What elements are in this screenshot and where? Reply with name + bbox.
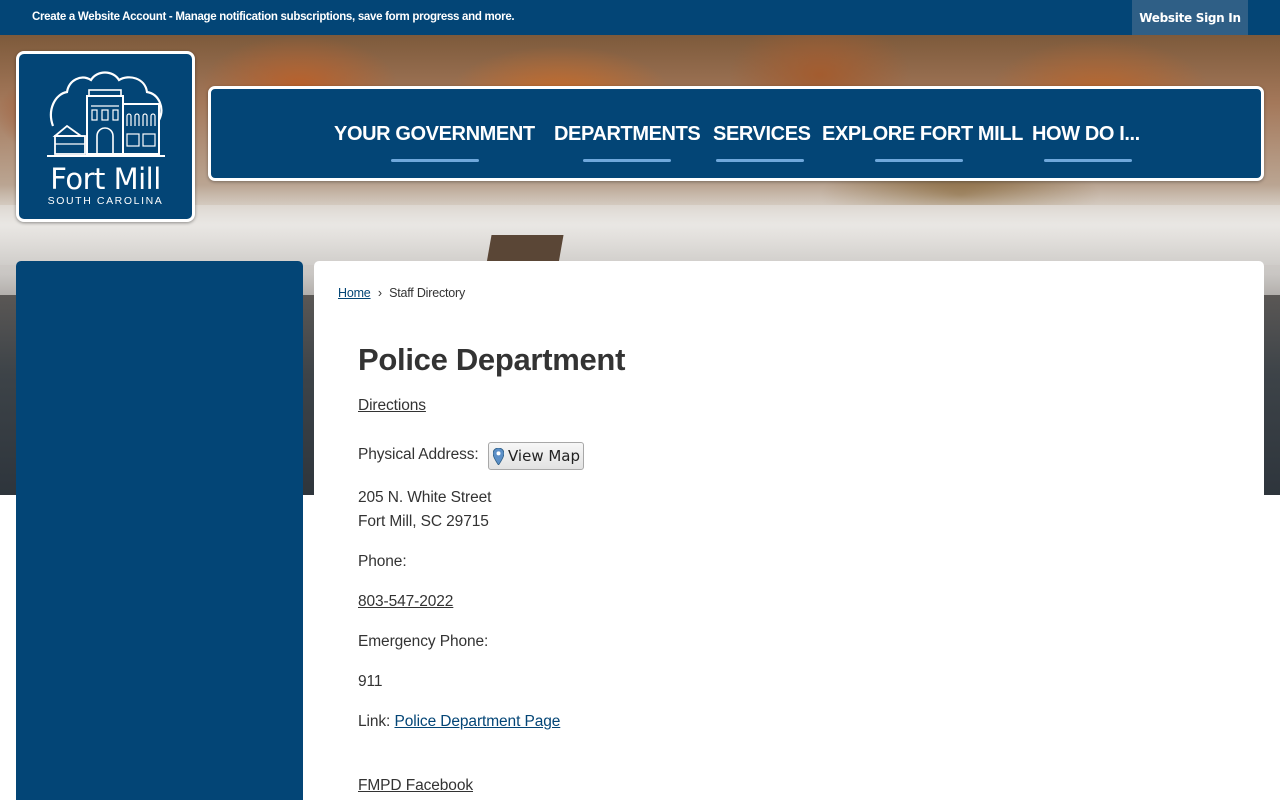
- nav-item-label: EXPLORE FORT MILL: [822, 123, 1023, 145]
- site-logo[interactable]: Fort Mill SOUTH CAROLINA: [16, 51, 195, 222]
- main-content: Home › Staff Directory Police Department…: [314, 261, 1264, 800]
- main-navigation: YOUR GOVERNMENT DEPARTMENTS SERVICES EXP…: [208, 86, 1264, 181]
- link-label: Link:: [358, 713, 391, 730]
- nav-underline: [391, 159, 479, 162]
- view-map-label: View Map: [508, 447, 581, 465]
- nav-underline: [716, 159, 804, 162]
- nav-explore-fort-mill[interactable]: EXPLORE FORT MILL: [822, 89, 1023, 178]
- breadcrumb-home-link[interactable]: Home: [338, 286, 371, 300]
- physical-address-label: Physical Address:: [358, 446, 479, 463]
- emergency-phone-label: Emergency Phone:: [358, 633, 489, 650]
- address-line-1: 205 N. White Street: [358, 489, 492, 506]
- breadcrumb: Home › Staff Directory: [338, 286, 465, 300]
- nav-underline: [1044, 159, 1132, 162]
- link-row: Link: Police Department Page: [358, 713, 560, 731]
- address-line-2: Fort Mill, SC 29715: [358, 513, 489, 530]
- breadcrumb-current: Staff Directory: [389, 286, 466, 300]
- nav-underline: [875, 159, 963, 162]
- nav-departments[interactable]: DEPARTMENTS: [554, 89, 701, 178]
- logo-state-name: SOUTH CAROLINA: [47, 195, 164, 207]
- town-hall-icon: [47, 71, 165, 157]
- emergency-phone-value: 911: [358, 673, 383, 690]
- map-pin-icon: [493, 447, 504, 465]
- top-bar: Create a Website Account - Manage notifi…: [0, 0, 1280, 35]
- view-map-button[interactable]: View Map: [488, 442, 584, 470]
- nav-item-label: YOUR GOVERNMENT: [334, 123, 535, 145]
- directions-link[interactable]: Directions: [358, 397, 426, 415]
- nav-item-label: SERVICES: [713, 123, 811, 145]
- logo-town-name: Fort Mill: [50, 162, 161, 196]
- website-sign-in-button[interactable]: Website Sign In: [1132, 0, 1248, 35]
- breadcrumb-separator: ›: [377, 286, 382, 300]
- phone-label: Phone:: [358, 553, 407, 570]
- police-department-page-link[interactable]: Police Department Page: [394, 713, 560, 730]
- nav-underline: [583, 159, 671, 162]
- left-sidebar: [16, 261, 303, 800]
- nav-how-do-i[interactable]: HOW DO I...: [1032, 89, 1147, 178]
- create-account-link[interactable]: Create a Website Account - Manage notifi…: [32, 11, 515, 23]
- page-title: Police Department: [358, 342, 626, 377]
- nav-your-government[interactable]: YOUR GOVERNMENT: [334, 89, 538, 178]
- nav-item-label: HOW DO I...: [1032, 123, 1140, 145]
- fmpd-facebook-link[interactable]: FMPD Facebook: [358, 777, 473, 795]
- nav-item-label: DEPARTMENTS: [554, 123, 701, 145]
- nav-services[interactable]: SERVICES: [713, 89, 811, 178]
- phone-link[interactable]: 803-547-2022: [358, 593, 453, 611]
